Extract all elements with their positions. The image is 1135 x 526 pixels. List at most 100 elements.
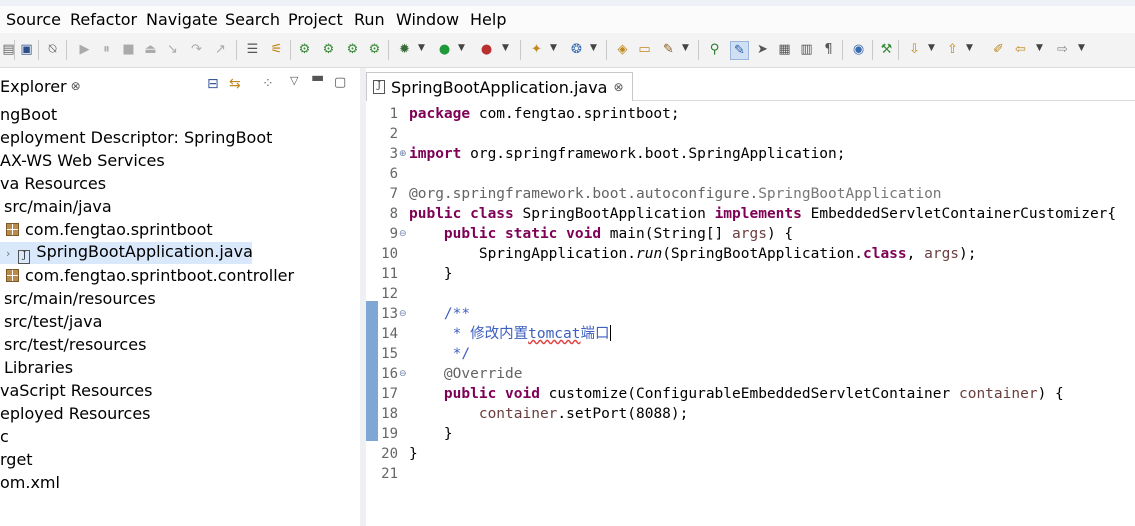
tree-item[interactable]: src/test/java (4, 312, 102, 332)
tree-item[interactable]: src/test/resources (4, 335, 146, 355)
previous-edit-icon[interactable]: ⇧ (944, 41, 961, 58)
step-return-icon[interactable]: ↗ (212, 41, 229, 58)
tree-item[interactable]: vaScript Resources (0, 381, 152, 401)
external-tools-dropdown-icon[interactable]: ▼ (502, 43, 509, 53)
tree-item-package[interactable]: com.fengtao.sprintboot (6, 220, 213, 240)
word-wrap-icon[interactable]: ▥ (798, 41, 815, 58)
forward-icon[interactable]: ⇨ (1054, 41, 1071, 58)
fold-expand-icon[interactable]: ⊕ (399, 144, 407, 164)
tree-item[interactable]: c (0, 427, 9, 447)
suspend-icon[interactable]: ⏸ (98, 41, 115, 58)
previous-edit-dropdown-icon[interactable]: ▼ (966, 43, 973, 53)
fold-collapse-icon[interactable]: ⊖ (399, 224, 407, 244)
new-class-dropdown-icon[interactable]: ▼ (590, 43, 597, 53)
forward-dropdown-icon[interactable]: ▼ (1078, 43, 1085, 53)
terminate-icon[interactable]: ■ (120, 41, 137, 58)
close-icon[interactable]: ⊗ (613, 80, 623, 94)
fold-collapse-icon[interactable]: ⊖ (399, 304, 407, 324)
search-dropdown-icon[interactable]: ▼ (682, 43, 689, 53)
open-type-icon[interactable]: ◈ (614, 41, 631, 58)
tree-item[interactable]: ngBoot (0, 105, 57, 125)
code-line[interactable]: } (409, 424, 453, 444)
search-icon[interactable]: ✎ (660, 41, 677, 58)
comment-line[interactable]: * 修改内置tomcat端口 (409, 324, 611, 344)
run-icon[interactable]: ● (436, 41, 453, 58)
menu-run[interactable]: Run (354, 10, 385, 29)
new-java-project-icon[interactable]: ✦ (528, 41, 545, 58)
code-line[interactable]: import org.springframework.boot.SpringAp… (409, 144, 846, 164)
menu-window[interactable]: Window (396, 10, 459, 29)
explorer-tab[interactable]: Explorer ⊗ (0, 68, 81, 104)
tree-item[interactable]: om.xml (0, 473, 60, 493)
menu-refactor[interactable]: Refactor (70, 10, 137, 29)
new-class-icon[interactable]: ❂ (568, 41, 585, 58)
fold-collapse-icon[interactable]: ⊖ (399, 364, 407, 384)
external-tools-icon[interactable]: ● (478, 41, 495, 58)
tree-item[interactable]: va Resources (0, 174, 106, 194)
disconnect-icon[interactable]: ⏏ (142, 41, 159, 58)
last-edit-location-icon[interactable]: ✐ (990, 41, 1007, 58)
link-with-editor-icon[interactable]: ⇆ (229, 76, 241, 92)
maximize-icon[interactable]: ▢ (334, 75, 346, 90)
editor-tab[interactable]: J SpringBootApplication.java ⊗ (366, 72, 633, 101)
use-step-filters-icon[interactable]: ☰ (244, 41, 261, 58)
tree-item-selected-file[interactable]: › J SpringBootApplication.java (0, 242, 253, 264)
code-line[interactable]: public static void main(String[] args) { (409, 224, 793, 244)
menu-navigate[interactable]: Navigate (146, 10, 218, 29)
skip-breakpoints-icon[interactable]: ⍉ (44, 41, 61, 58)
new-server-icon[interactable]: ⚙ (296, 41, 313, 58)
debug-icon[interactable]: ✹ (396, 41, 413, 58)
chevron-right-icon[interactable]: › (6, 247, 10, 260)
show-whitespace-icon[interactable]: ➤ (754, 41, 771, 58)
comment-line[interactable]: /** (409, 304, 470, 324)
debug-dropdown-icon[interactable]: ▼ (418, 43, 425, 53)
code-line[interactable]: public void customize(ConfigurableEmbedd… (409, 384, 1064, 404)
server-icon[interactable]: ⚙ (320, 41, 337, 58)
menu-source[interactable]: Source (6, 10, 61, 29)
collapse-all-icon[interactable]: ⊟ (207, 76, 219, 92)
new-dropdown-icon[interactable]: ▼ (550, 43, 557, 53)
step-over-icon[interactable]: ↷ (188, 41, 205, 58)
tree-item[interactable]: src/main/resources (4, 289, 156, 309)
back-icon[interactable]: ⇦ (1012, 41, 1029, 58)
next-annotation-icon[interactable]: ⚲ (706, 41, 723, 58)
code-line[interactable]: } (409, 444, 418, 464)
mark-occurrences-icon[interactable]: ✎ (730, 41, 749, 60)
tree-item[interactable]: rget (0, 450, 33, 470)
code-line[interactable]: public class SpringBootApplication imple… (409, 204, 1116, 224)
menu-search[interactable]: Search (225, 10, 280, 29)
block-selection-icon[interactable]: ▦ (776, 41, 793, 58)
run-dropdown-icon[interactable]: ▼ (458, 43, 465, 53)
resume-icon[interactable]: ▶ (76, 41, 93, 58)
tree-item[interactable]: eployment Descriptor: SpringBoot (0, 128, 272, 148)
menu-project[interactable]: Project (288, 10, 343, 29)
web-browser-icon[interactable]: ◉ (850, 41, 867, 58)
tree-item[interactable]: eployed Resources (0, 404, 151, 424)
minimize-icon[interactable]: ▬ (311, 70, 324, 86)
step-into-icon[interactable]: ↘ (164, 41, 181, 58)
server-start-icon[interactable]: ⚙ (366, 41, 383, 58)
next-edit-icon[interactable]: ⇩ (906, 41, 923, 58)
console-icon[interactable]: ▣ (18, 41, 35, 58)
code-line[interactable]: @org.springframework.boot.autoconfigure.… (409, 184, 942, 204)
back-dropdown-icon[interactable]: ▼ (1036, 43, 1043, 53)
tree-item-src-main-java[interactable]: src/main/java (4, 197, 112, 217)
next-edit-dropdown-icon[interactable]: ▼ (928, 43, 935, 53)
tree-item-package[interactable]: com.fengtao.sprintboot.controller (6, 266, 294, 286)
publish-icon[interactable]: ⚙ (344, 41, 361, 58)
code-line[interactable]: @Override (409, 364, 523, 384)
code-line[interactable]: SpringApplication.run(SpringBootApplicat… (409, 244, 977, 264)
view-menu-icon[interactable]: ▽ (290, 74, 298, 87)
pilcrow-icon[interactable]: ¶ (820, 41, 837, 58)
close-icon[interactable]: ⊗ (71, 79, 81, 93)
focus-icon[interactable]: ⁘ (262, 76, 274, 92)
tree-item[interactable]: AX-WS Web Services (0, 151, 165, 171)
run-last-tool-icon[interactable]: ⚒ (878, 41, 895, 58)
format-icon[interactable]: ⚟ (268, 41, 285, 58)
code-line[interactable]: } (409, 264, 453, 284)
code-line[interactable]: container.setPort(8088); (409, 404, 689, 424)
open-folder-icon[interactable]: ▭ (636, 41, 653, 58)
code-line[interactable]: package com.fengtao.sprintboot; (409, 104, 680, 124)
comment-line[interactable]: */ (409, 344, 470, 364)
tree-item[interactable]: Libraries (4, 358, 73, 378)
